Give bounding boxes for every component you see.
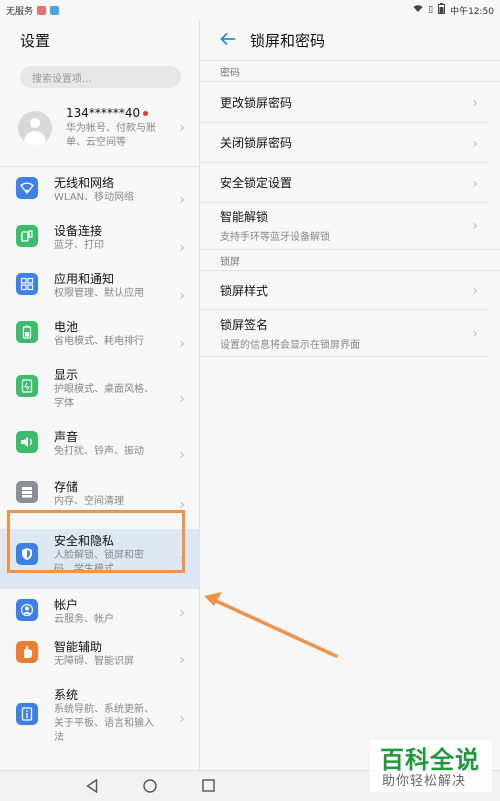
home-nav-icon[interactable]: [143, 779, 157, 793]
watermark-logo: 百科全说 助你轻松解决: [370, 740, 492, 792]
annotation-arrow: [204, 592, 338, 658]
watermark-subtitle: 助你轻松解决: [382, 774, 467, 789]
back-nav-icon[interactable]: [86, 779, 98, 793]
recents-nav-icon[interactable]: [202, 779, 215, 792]
